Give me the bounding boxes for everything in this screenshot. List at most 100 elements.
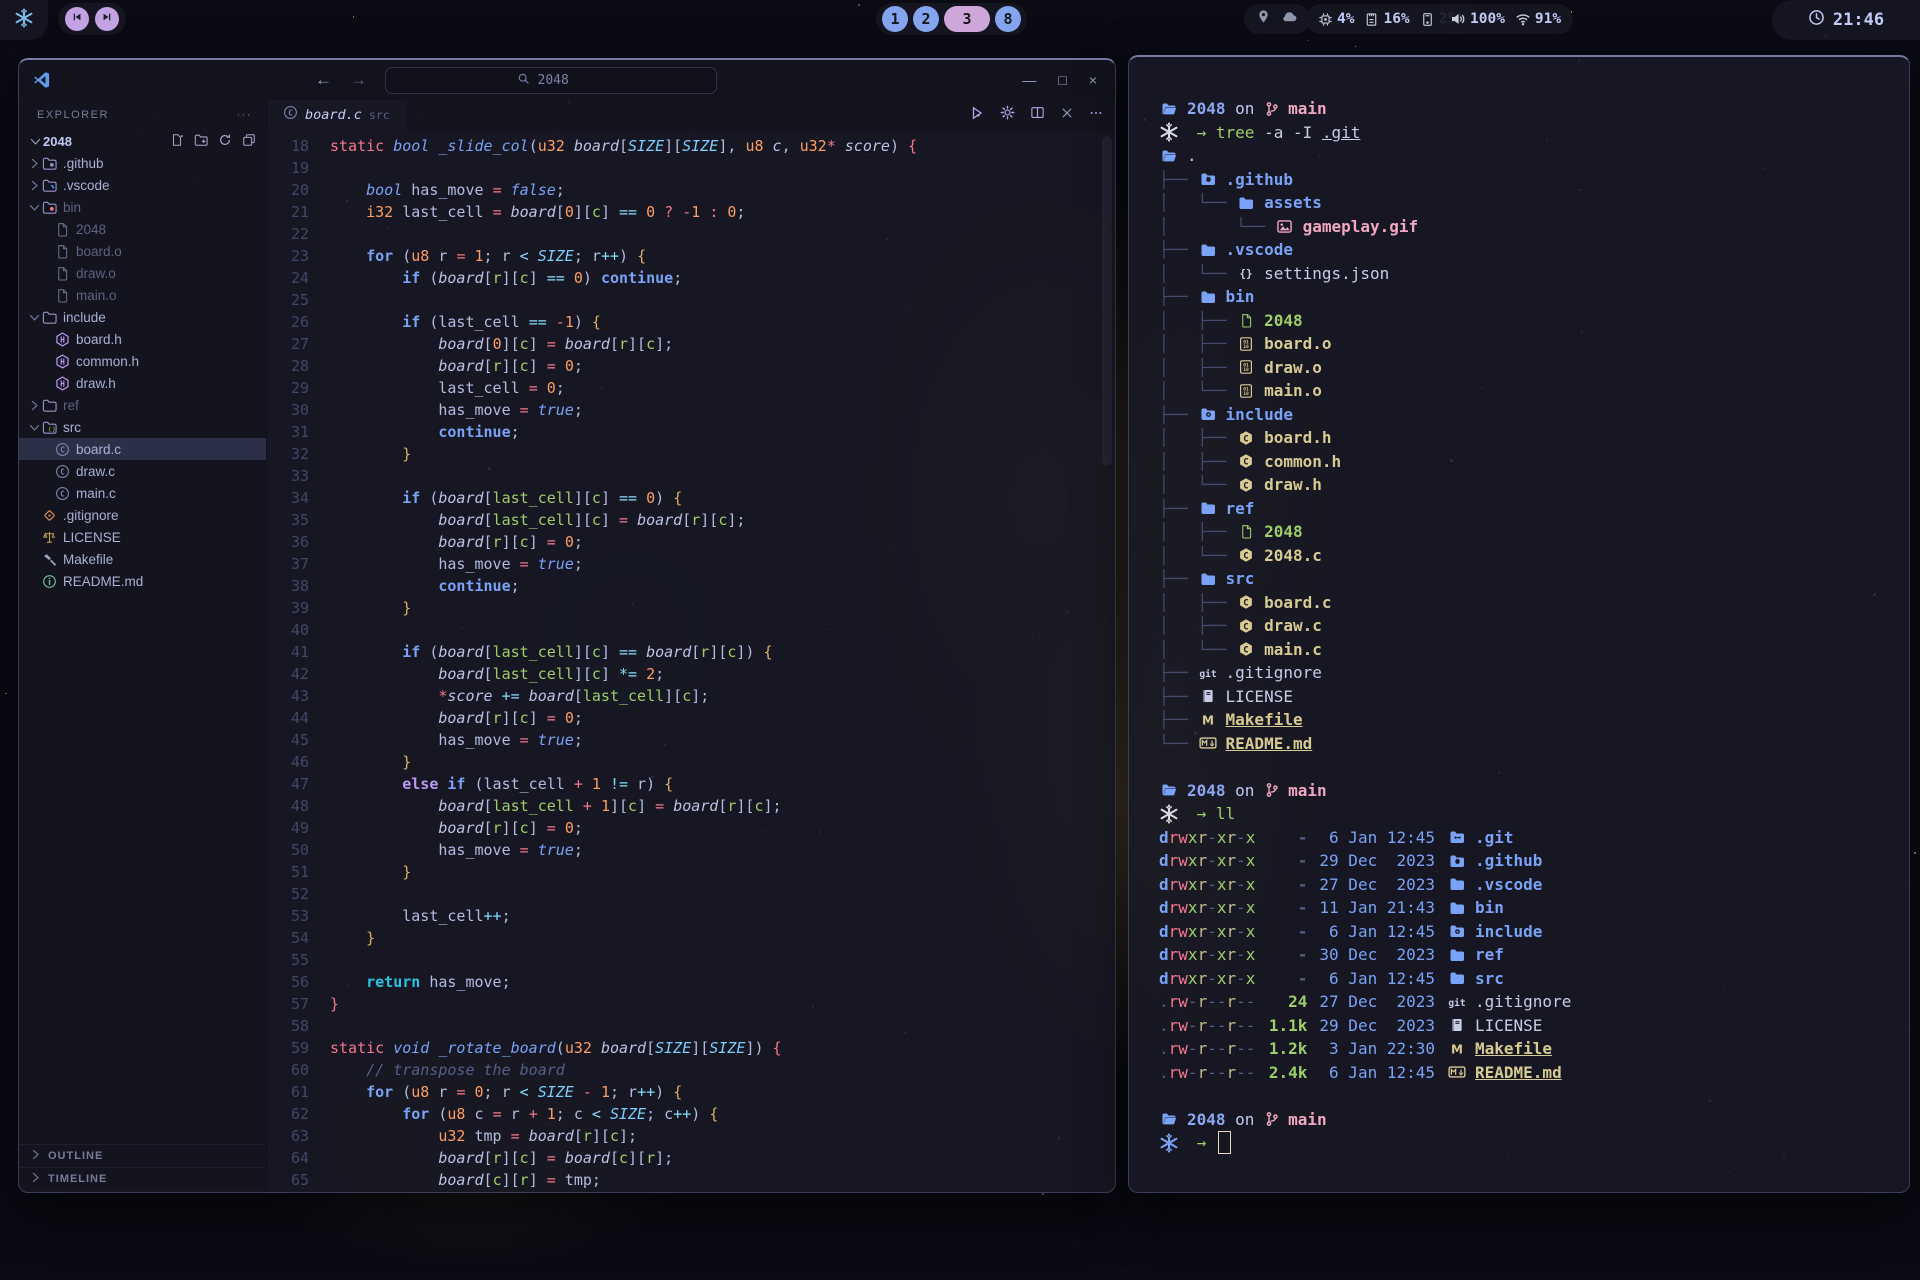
code-text: } — [330, 993, 339, 1015]
listing-row--vscode: drwxr-xr-x-27 Dec 2023.vscode — [1159, 873, 1909, 897]
code-line-65: 65 board[c][r] = tmp; — [267, 1169, 1115, 1190]
cpu-icon — [1318, 12, 1333, 27]
location-pin-icon — [1256, 9, 1271, 29]
explorer-item-readme-md[interactable]: README.md — [19, 570, 266, 592]
window-maximize-button[interactable]: □ — [1058, 72, 1066, 88]
line-number: 39 — [267, 597, 309, 619]
close-editor-button[interactable] — [1060, 106, 1074, 125]
code-line-37: 37 has_move = true; — [267, 553, 1115, 575]
explorer-more-button[interactable]: ··· — [237, 109, 253, 121]
workspace-8[interactable]: 8 — [995, 6, 1021, 32]
workspace-2[interactable]: 2 — [913, 6, 939, 32]
window-close-button[interactable]: × — [1089, 72, 1097, 88]
settings-gear-icon[interactable] — [1000, 105, 1015, 125]
explorer-item-2048[interactable]: 2048 — [19, 218, 266, 240]
terminal-window[interactable]: 2048 on main → tree -a -I .git.├── .gith… — [1128, 55, 1910, 1193]
new-folder-button[interactable] — [194, 133, 208, 150]
tree-entry-label: common.h — [1264, 452, 1341, 471]
explorer-item-draw-h[interactable]: Hdraw.h — [19, 372, 266, 394]
audio-network-widget[interactable]: 100% 91% — [1438, 4, 1573, 34]
code-line-31: 31 continue; — [267, 421, 1115, 443]
tree-entry-draw-h: │ └── Cdraw.h — [1159, 473, 1909, 497]
clock-widget[interactable]: 21:46 — [1772, 0, 1920, 40]
nav-back-button[interactable]: ← — [315, 70, 332, 90]
md-badge-icon — [1198, 734, 1218, 752]
file-label: ref — [63, 398, 79, 413]
git-branch-icon — [1264, 1111, 1280, 1127]
explorer-item-board-c[interactable]: Cboard.c — [19, 438, 266, 460]
file-label: board.h — [76, 332, 122, 347]
tree-entry-label: board.h — [1264, 428, 1331, 447]
tree-entry-draw-o: │ ├── 0110draw.o — [1159, 356, 1909, 380]
explorer-item-main-c[interactable]: Cmain.c — [19, 482, 266, 504]
line-number: 57 — [267, 993, 309, 1015]
code-line-48: 48 board[last_cell + 1][c] = board[r][c]… — [267, 795, 1115, 817]
code-text: if (board[last_cell][c] == 0) { — [330, 487, 682, 509]
explorer-item-draw-o[interactable]: draw.o — [19, 262, 266, 284]
collapse-folders-button[interactable] — [242, 133, 256, 150]
timeline-section[interactable]: TIMELINE — [19, 1167, 266, 1190]
tab-board-c[interactable]: C board.c src — [267, 100, 406, 130]
terminal-command: → tree -a -I .git — [1159, 121, 1909, 145]
code-editor[interactable]: 18static bool _slide_col(u32 board[SIZE]… — [267, 131, 1115, 1190]
code-text: board[c][r] = tmp; — [330, 1169, 601, 1190]
explorer-root-folder[interactable]: 2048 — [19, 130, 266, 152]
scales-icon — [41, 530, 57, 545]
window-minimize-button[interactable]: — — [1022, 72, 1036, 88]
listing-filename: ref — [1475, 945, 1504, 964]
tree-entry-label: LICENSE — [1226, 687, 1293, 706]
code-text: for (u8 r = 0; r < SIZE - 1; r++) { — [330, 1081, 682, 1103]
tree-entry-label: board.c — [1264, 593, 1331, 612]
explorer-item--vscode[interactable]: .vscode — [19, 174, 266, 196]
explorer-item-bin[interactable]: bin — [19, 196, 266, 218]
binary-icon: 0110 — [1236, 336, 1256, 352]
nav-forward-button[interactable]: → — [350, 70, 367, 90]
search-input[interactable] — [536, 72, 586, 89]
explorer-item-board-h[interactable]: Hboard.h — [19, 328, 266, 350]
workspace-3-active[interactable]: 3 — [944, 6, 990, 32]
nix-launcher-button[interactable] — [0, 0, 48, 40]
explorer-item-draw-c[interactable]: Cdraw.c — [19, 460, 266, 482]
explorer-item--github[interactable]: .github — [19, 152, 266, 174]
explorer-item-common-h[interactable]: Hcommon.h — [19, 350, 266, 372]
new-file-button[interactable] — [170, 133, 184, 150]
workspace-1[interactable]: 1 — [882, 6, 908, 32]
refresh-explorer-button[interactable] — [218, 133, 232, 150]
explorer-item-src[interactable]: ()src — [19, 416, 266, 438]
editor-scrollbar[interactable] — [1102, 136, 1112, 466]
binary-icon: 0110 — [1236, 383, 1256, 399]
line-number: 46 — [267, 751, 309, 773]
hex-c-tan-icon: C — [1236, 618, 1256, 634]
outline-section[interactable]: OUTLINE — [19, 1144, 266, 1167]
vscode-titlebar[interactable]: ← → — □ × — [19, 60, 1115, 100]
explorer-item-include[interactable]: include — [19, 306, 266, 328]
terminal-command: → ll — [1159, 802, 1909, 826]
folder-blue-icon — [1236, 195, 1256, 211]
tree-entry-main-o: │ └── 0110main.o — [1159, 379, 1909, 403]
media-next-button[interactable] — [95, 7, 119, 31]
run-button[interactable] — [969, 105, 985, 126]
chevron-down-icon — [27, 201, 41, 214]
nix-shell-snowflake-icon — [1159, 804, 1179, 824]
editor-more-actions-button[interactable] — [1089, 106, 1103, 125]
code-line-52: 52 — [267, 883, 1115, 905]
explorer-item-license[interactable]: LICENSE — [19, 526, 266, 548]
listing-row-license: .rw-r--r--1.1k29 Dec 2023LICENSE — [1159, 1014, 1909, 1038]
weather-widget[interactable] — [1244, 4, 1310, 34]
code-text: if (board[r][c] == 0) continue; — [330, 267, 682, 289]
folder-git-icon — [1447, 829, 1467, 845]
explorer-item-board-o[interactable]: board.o — [19, 240, 266, 262]
explorer-item--gitignore[interactable]: .gitignore — [19, 504, 266, 526]
terminal-content: 2048 on main → tree -a -I .git.├── .gith… — [1129, 57, 1909, 1155]
code-text: board[last_cell][c] *= 2; — [330, 663, 664, 685]
explorer-item-makefile[interactable]: Makefile — [19, 548, 266, 570]
tree-entry-label: draw.o — [1264, 358, 1322, 377]
tree-entry-label: .gitignore — [1226, 663, 1322, 682]
line-number: 22 — [267, 223, 309, 245]
command-center-search[interactable] — [385, 67, 717, 94]
media-prev-button[interactable] — [65, 7, 89, 31]
split-editor-button[interactable] — [1030, 105, 1045, 125]
explorer-item-main-o[interactable]: main.o — [19, 284, 266, 306]
explorer-item-ref[interactable]: ref — [19, 394, 266, 416]
outline-label: OUTLINE — [48, 1150, 103, 1162]
